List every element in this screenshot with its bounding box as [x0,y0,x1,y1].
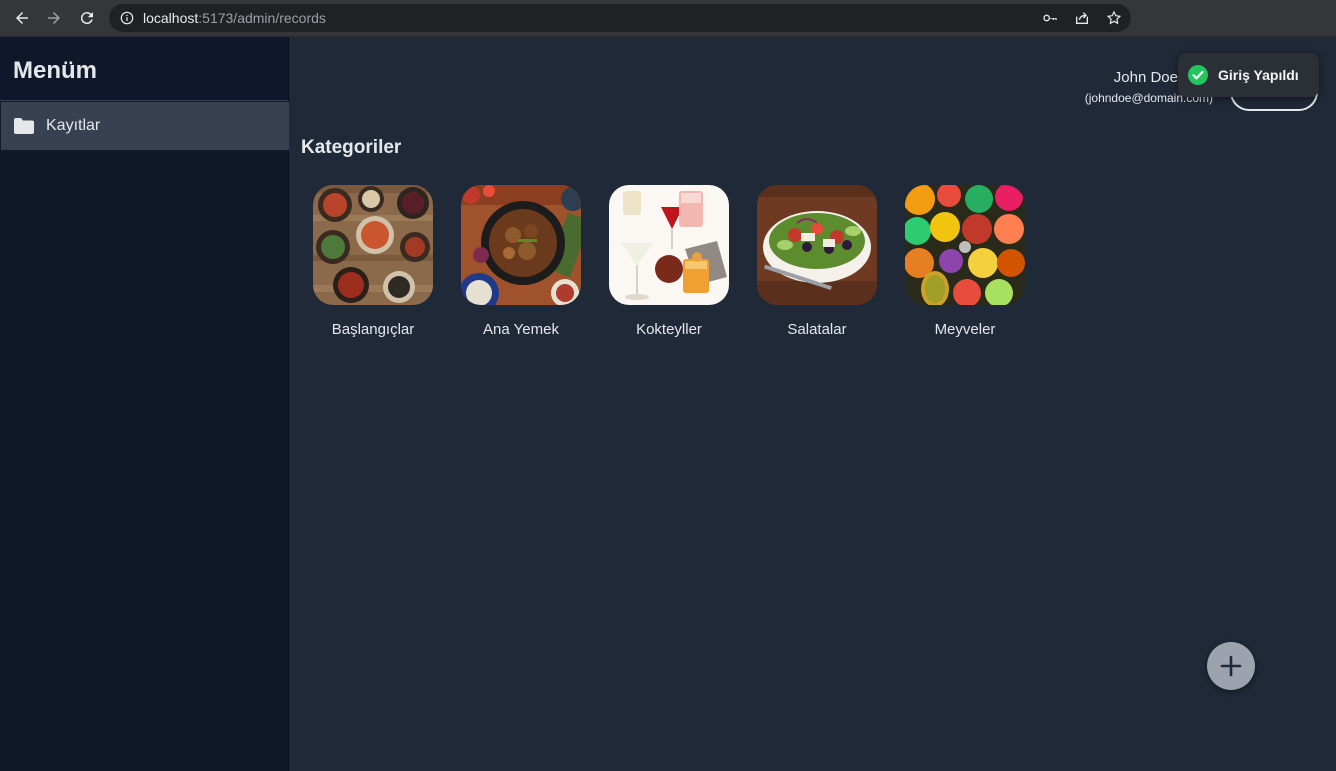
address-bar[interactable]: localhost:5173/admin/records [109,4,1131,32]
category-image [905,185,1025,305]
user-name: John Doe [1113,69,1178,86]
category-label: Kokteyller [636,321,702,338]
forward-icon[interactable] [42,6,66,30]
share-icon[interactable] [1073,9,1091,27]
folder-icon [14,118,34,134]
info-icon[interactable] [120,11,134,25]
add-button[interactable] [1207,642,1255,690]
category-image [461,185,581,305]
category-card-cocktails[interactable]: Kokteyller [609,185,729,338]
plus-icon [1220,655,1242,677]
sidebar-header: Menüm [0,37,288,101]
category-label: Meyveler [934,321,996,338]
category-card-starters[interactable]: Başlangıçlar [313,185,433,338]
toast-notification[interactable]: Giriş Yapıldı [1178,53,1319,97]
toast-message: Giriş Yapıldı [1218,67,1299,83]
reload-icon[interactable] [75,6,99,30]
category-image [609,185,729,305]
category-label: Salatalar [787,321,847,338]
check-circle-icon [1188,65,1208,85]
category-card-fruits[interactable]: Meyveler [905,185,1025,338]
category-card-main-course[interactable]: Ana Yemek [461,185,581,338]
main-content: John Doe (johndoe@domain.com) Giriş Yapı… [290,37,1336,771]
category-card-salads[interactable]: Salatalar [757,185,877,338]
url-text: localhost:5173/admin/records [143,10,326,26]
sidebar-item-label: Kayıtlar [46,117,101,134]
category-label: Ana Yemek [483,321,559,338]
browser-toolbar: localhost:5173/admin/records [0,0,1336,37]
bookmark-star-icon[interactable] [1105,9,1123,27]
sidebar-title: Menüm [13,57,97,84]
key-icon[interactable] [1041,9,1059,27]
category-label: Başlangıçlar [331,321,415,338]
back-icon[interactable] [10,6,34,30]
category-list: Başlangıçlar Ana Yemek Kokteyller Salata… [313,185,1025,338]
category-image [757,185,877,305]
category-image [313,185,433,305]
sidebar-item-records[interactable]: Kayıtlar [1,102,289,150]
section-title: Kategoriler [301,137,402,158]
sidebar: Menüm Kayıtlar [0,37,289,771]
